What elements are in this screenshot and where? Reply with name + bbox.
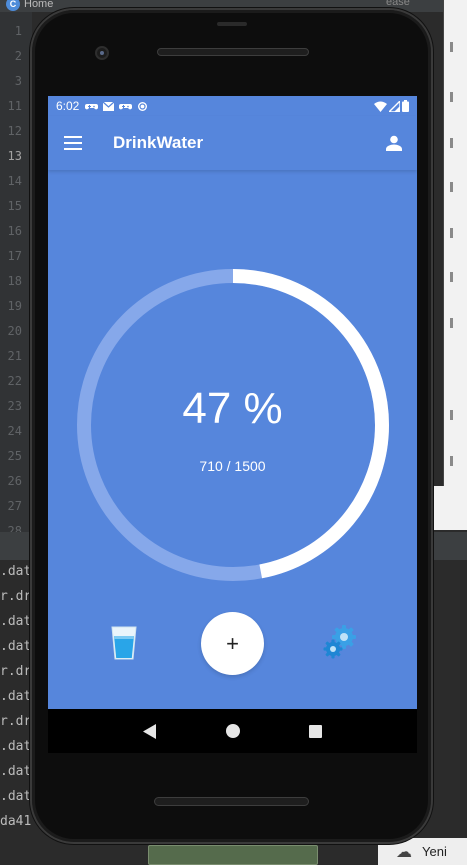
status-bar: 6:02 (48, 96, 417, 116)
line-number: 14 (7, 174, 22, 188)
line-number: 21 (7, 349, 22, 363)
battery-icon (402, 100, 409, 112)
console-line: .dat (0, 614, 32, 629)
line-number: 12 (7, 124, 22, 138)
add-label: + (226, 630, 239, 656)
line-number-gutter: 1 2 3 11 12 13 14 15 16 17 18 19 20 21 22 23 24 25 26 27 28 (0, 12, 32, 538)
top-slot (217, 22, 247, 26)
water-glass-icon (111, 626, 137, 660)
gamepad-icon (119, 101, 133, 112)
console-line: .dat (0, 564, 32, 579)
line-number: 19 (7, 299, 22, 313)
console-line: r.dr (0, 714, 32, 729)
settings-button[interactable] (322, 624, 358, 660)
front-camera (95, 46, 109, 60)
app-bar: DrinkWater (48, 116, 417, 170)
amount-label: 710 / 1500 (199, 458, 266, 474)
line-number: 18 (7, 274, 22, 288)
gears-icon (323, 625, 356, 659)
recents-square-icon (309, 724, 322, 738)
sync-icon (136, 101, 149, 112)
console-line: r.dr (0, 589, 32, 604)
line-number: 22 (7, 374, 22, 388)
console-line: .dat (0, 639, 32, 654)
console-line: da41 (0, 814, 32, 829)
recents-button[interactable] (307, 722, 325, 740)
ide-tab-home[interactable]: C Home (0, 0, 53, 12)
back-button[interactable] (141, 722, 159, 740)
console-line: .dat (0, 789, 32, 804)
line-number: 13 (7, 149, 22, 163)
line-number: 24 (7, 424, 22, 438)
yeni-label: Yeni (422, 844, 447, 859)
water-glass-button[interactable] (110, 625, 138, 661)
line-number: 20 (7, 324, 22, 338)
app-screen: 6:02 DrinkWater 47 % 710 / 1500 + (48, 96, 417, 709)
line-number: 1 (14, 24, 22, 38)
app-title: DrinkWater (113, 133, 204, 152)
ide-tab-label: Home (24, 0, 54, 10)
cloud-icon: ☁ (396, 843, 412, 861)
console-line: .dat (0, 764, 32, 779)
home-button[interactable] (224, 722, 242, 740)
menu-button[interactable] (48, 116, 98, 170)
line-number: 3 (14, 74, 22, 88)
progress-area: 47 % 710 / 1500 (48, 170, 417, 610)
wifi-icon (374, 101, 387, 112)
home-circle-icon (225, 724, 240, 738)
taskbar-button[interactable] (148, 845, 318, 865)
account-button[interactable] (371, 116, 417, 170)
line-number: 2 (14, 49, 22, 63)
ide-tab-release[interactable]: ease (386, 0, 410, 8)
line-number: 25 (7, 449, 22, 463)
line-number: 16 (7, 224, 22, 238)
mail-icon (102, 101, 115, 112)
status-time: 6:02 (56, 99, 80, 113)
back-triangle-icon (142, 723, 156, 739)
hamburger-menu-icon (64, 136, 82, 150)
ide-right-panel (443, 0, 467, 530)
console-line: .dat (0, 689, 32, 704)
gamepad-icon (85, 101, 99, 112)
line-number: 17 (7, 249, 22, 263)
bottom-speaker (154, 797, 309, 806)
line-number: 23 (7, 399, 22, 413)
signal-icon (389, 100, 400, 112)
line-number: 26 (7, 474, 22, 488)
system-nav-bar (48, 709, 417, 753)
line-number: 15 (7, 199, 22, 213)
console-line: .dat (0, 739, 32, 754)
line-number: 27 (7, 499, 22, 513)
account-icon (386, 135, 402, 151)
console-line: r.dr (0, 664, 32, 679)
action-row: + (48, 611, 417, 677)
earpiece-speaker (157, 48, 309, 56)
chrome-logo-icon: C (6, 0, 20, 11)
percent-label: 47 % (182, 384, 283, 433)
line-number: 11 (7, 99, 22, 113)
status-icons (374, 100, 409, 112)
add-drink-button[interactable]: + (201, 612, 264, 675)
